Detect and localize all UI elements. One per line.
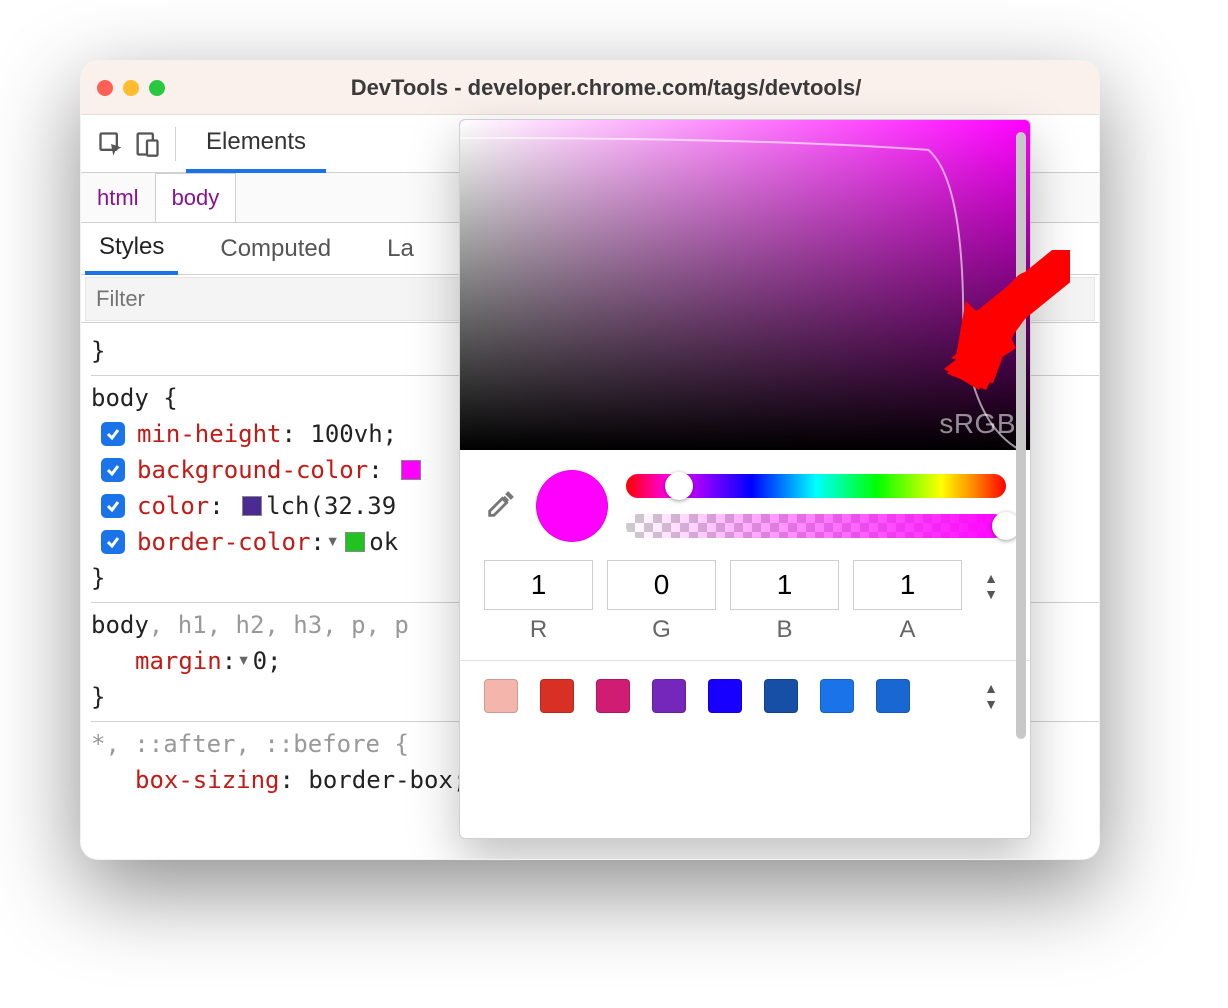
palette-swatch[interactable] [484, 679, 518, 713]
device-toolbar-icon[interactable] [129, 126, 165, 162]
inspect-element-icon[interactable] [93, 126, 129, 162]
prop-name: background-color [137, 452, 368, 488]
palette-swatch[interactable] [652, 679, 686, 713]
channel-a: A [853, 560, 962, 644]
channel-r-input[interactable] [484, 560, 593, 610]
rgba-inputs: R G B A ▲▼ [460, 550, 1030, 650]
toolbar-separator [175, 127, 176, 161]
prop-value: lch(32.39 [266, 488, 411, 524]
expand-triangle-icon[interactable]: ▶ [226, 657, 262, 665]
palette-swatch[interactable] [540, 679, 574, 713]
selector-star: * [91, 730, 105, 758]
palette-swatch[interactable] [596, 679, 630, 713]
prop-name: color [137, 488, 209, 524]
prop-name: border-color [137, 524, 310, 560]
color-swatch-icon[interactable] [401, 460, 421, 480]
color-swatch-icon[interactable] [242, 496, 262, 516]
palette-stepper[interactable]: ▲▼ [976, 680, 1006, 712]
channel-g-label: G [652, 616, 671, 644]
hue-slider[interactable] [626, 474, 1006, 498]
channel-r: R [484, 560, 593, 644]
palette-swatch[interactable] [764, 679, 798, 713]
channel-g: G [607, 560, 716, 644]
channel-a-label: A [899, 616, 915, 644]
tab-computed[interactable]: Computed [206, 223, 345, 274]
prop-name: min-height [137, 416, 282, 452]
decl-checkbox[interactable] [101, 494, 125, 518]
expand-triangle-icon[interactable]: ▶ [315, 538, 351, 546]
prop-value: ok [369, 524, 398, 560]
prop-value: border-box; [308, 762, 467, 798]
channel-r-label: R [530, 616, 547, 644]
alpha-slider[interactable] [626, 514, 1006, 538]
breadcrumb-body[interactable]: body [156, 173, 237, 222]
format-stepper[interactable]: ▲▼ [976, 570, 1006, 602]
palette-swatch[interactable] [820, 679, 854, 713]
tab-elements[interactable]: Elements [186, 116, 326, 173]
prop-value: 100vh; [310, 416, 397, 452]
color-sliders [626, 474, 1006, 538]
breadcrumb-html[interactable]: html [81, 173, 156, 222]
eyedropper-icon[interactable] [484, 487, 518, 526]
decl-checkbox[interactable] [101, 422, 125, 446]
current-color-swatch[interactable] [536, 470, 608, 542]
close-window-button[interactable] [97, 80, 113, 96]
hue-thumb[interactable] [665, 472, 693, 500]
window-title: DevTools - developer.chrome.com/tags/dev… [189, 75, 1023, 101]
decl-checkbox[interactable] [101, 458, 125, 482]
popover-scrollbar[interactable] [1014, 126, 1028, 832]
zoom-window-button[interactable] [149, 80, 165, 96]
channel-g-input[interactable] [607, 560, 716, 610]
scrollbar-thumb[interactable] [1016, 132, 1026, 739]
color-palette: ▲▼ [460, 661, 1030, 731]
color-picker-popover: sRGB R [459, 119, 1031, 839]
prop-name: box-sizing [135, 762, 280, 798]
tab-styles[interactable]: Styles [85, 224, 178, 275]
picker-controls-row [460, 450, 1030, 550]
channel-b-label: B [776, 616, 792, 644]
selector-gray: , h1, h2, h3, p, p [149, 611, 409, 639]
prop-name: margin [135, 643, 222, 679]
traffic-lights [97, 80, 165, 96]
selector-body: body [91, 611, 149, 639]
tab-layout[interactable]: La [373, 223, 428, 274]
palette-swatch[interactable] [708, 679, 742, 713]
selector-gray: , ::after, ::before { [105, 730, 408, 758]
annotation-arrow-icon [938, 256, 1058, 376]
gamut-label: sRGB [939, 408, 1016, 440]
devtools-window: DevTools - developer.chrome.com/tags/dev… [80, 60, 1100, 860]
palette-swatch[interactable] [876, 679, 910, 713]
channel-b-input[interactable] [730, 560, 839, 610]
channel-a-input[interactable] [853, 560, 962, 610]
minimize-window-button[interactable] [123, 80, 139, 96]
channel-b: B [730, 560, 839, 644]
decl-checkbox[interactable] [101, 530, 125, 554]
window-titlebar: DevTools - developer.chrome.com/tags/dev… [81, 61, 1099, 115]
